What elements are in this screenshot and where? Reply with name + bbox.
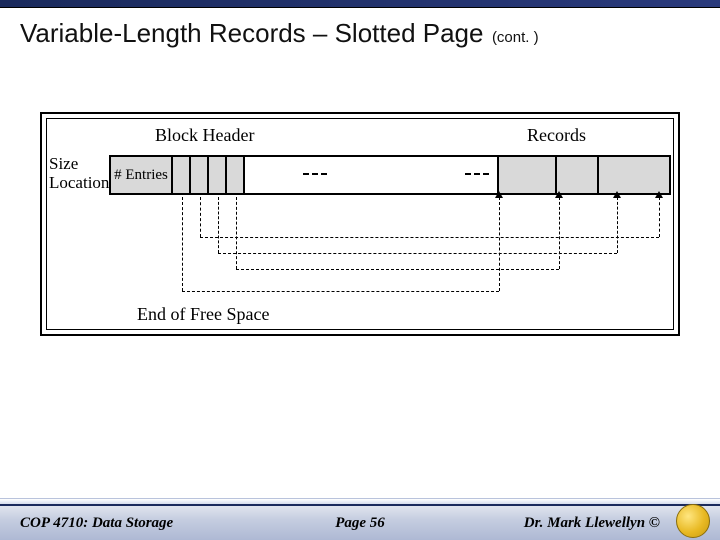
connector-line — [236, 269, 559, 270]
slide-footer: COP 4710: Data Storage Page 56 Dr. Mark … — [0, 504, 720, 540]
slide-title: Variable-Length Records – Slotted Page (… — [0, 8, 720, 53]
diagram-inner: Block Header Records Size Location Free … — [46, 118, 674, 330]
ucf-logo-icon — [676, 504, 710, 538]
cell-free-space — [245, 157, 499, 193]
cell-slot-3 — [209, 157, 227, 193]
cell-slot-4 — [227, 157, 245, 193]
arrowhead-icon — [555, 191, 563, 198]
connector-line — [200, 197, 201, 237]
title-cont: (cont. ) — [492, 29, 539, 46]
connector-line — [182, 197, 183, 291]
connector-line — [182, 291, 499, 292]
diagram-frame: Block Header Records Size Location Free … — [40, 112, 680, 336]
connector-line — [200, 237, 659, 238]
connector-line — [659, 197, 660, 237]
connector-line — [218, 253, 617, 254]
label-block-header: Block Header — [155, 125, 254, 146]
arrowhead-icon — [655, 191, 663, 198]
connector-line — [218, 197, 219, 253]
free-space-tick-right — [465, 173, 489, 175]
connector-line — [559, 197, 560, 269]
cell-record-3 — [599, 157, 671, 193]
label-records: Records — [527, 125, 586, 146]
arrowhead-icon — [613, 191, 621, 198]
label-end-free-space: End of Free Space — [137, 304, 269, 325]
free-space-tick-left — [303, 173, 327, 175]
connector-line — [499, 197, 500, 291]
label-size: Size — [49, 154, 78, 174]
arrowhead-icon — [495, 191, 503, 198]
footer-page: Page 56 — [240, 515, 480, 532]
cell-record-1 — [499, 157, 557, 193]
connector-line — [617, 197, 618, 253]
footer-course: COP 4710: Data Storage — [0, 515, 240, 532]
cell-num-entries: # Entries — [111, 157, 173, 193]
slotted-bar: # Entries — [109, 155, 671, 195]
cell-slot-2 — [191, 157, 209, 193]
top-border-bar — [0, 0, 720, 8]
cell-record-2 — [557, 157, 599, 193]
label-location: Location — [49, 173, 109, 193]
cell-slot-1 — [173, 157, 191, 193]
connector-line — [236, 197, 237, 269]
title-main: Variable-Length Records – Slotted Page — [20, 18, 483, 48]
